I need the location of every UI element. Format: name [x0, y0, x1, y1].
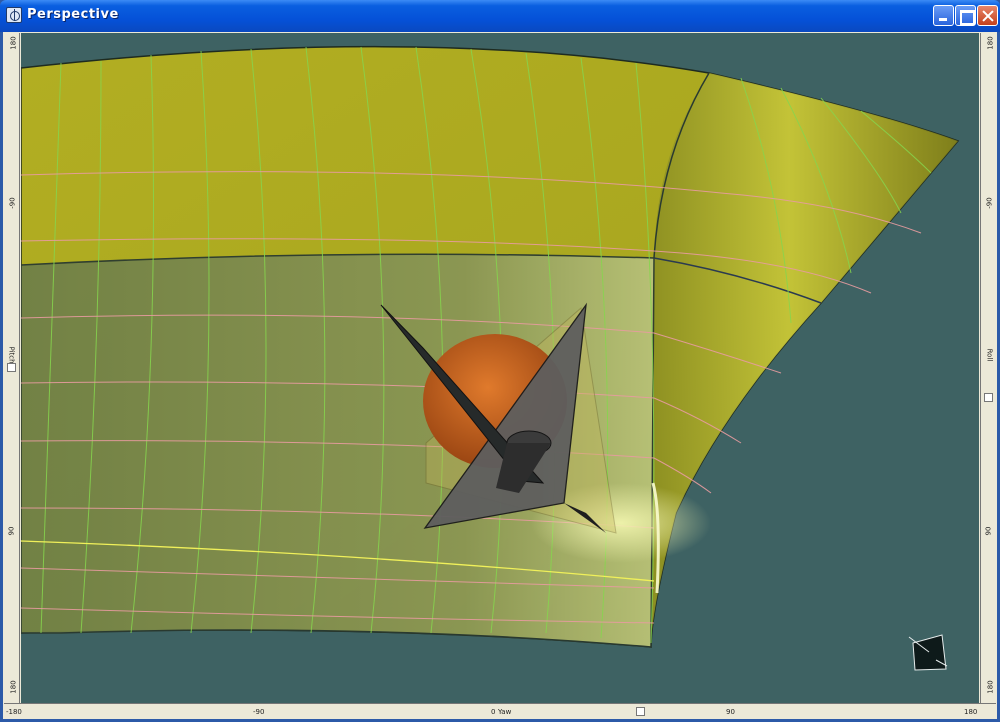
scene-canvas[interactable]: [21, 33, 979, 703]
roll-tick-label: 90: [984, 526, 993, 536]
pitch-tick-label: 90: [7, 526, 16, 536]
yaw-tick-label: 180: [964, 708, 978, 716]
right-surface-band: [651, 73, 958, 647]
view-orientation-cube-icon[interactable]: [908, 634, 948, 671]
pitch-slider-thumb[interactable]: [7, 363, 16, 372]
window-title: Perspective: [27, 7, 119, 22]
yaw-ruler[interactable]: -180 -90 0 Yaw 90 180: [4, 703, 996, 719]
yaw-tick-label: 0: [491, 708, 496, 716]
yaw-slider-thumb[interactable]: [636, 707, 645, 716]
pitch-ruler[interactable]: 180 -90 90 180 Pitch: [4, 33, 20, 703]
roll-tick-label: -90: [985, 197, 994, 209]
title-bar[interactable]: Perspective: [0, 0, 1000, 32]
roll-tick-label: 180: [986, 680, 995, 694]
pitch-tick-label: 180: [9, 36, 18, 50]
perspective-window: Perspective 180 -90 90 180 Pitch 180 -90…: [0, 0, 1000, 722]
maximize-button[interactable]: [955, 5, 976, 26]
roll-ruler[interactable]: 180 -90 90 180 Roll: [980, 33, 996, 703]
pitch-axis-label: Pitch: [7, 346, 16, 364]
perspective-app-icon[interactable]: [6, 7, 22, 23]
yaw-axis-label: Yaw: [498, 708, 512, 716]
minimize-button[interactable]: [933, 5, 954, 26]
pitch-tick-label: 180: [9, 680, 18, 694]
roll-axis-label: Roll: [985, 348, 994, 362]
3d-viewport[interactable]: [21, 33, 979, 703]
yaw-tick-label: -180: [6, 708, 22, 716]
pitch-tick-label: -90: [8, 197, 17, 209]
roll-slider-thumb[interactable]: [984, 393, 993, 402]
yaw-tick-label: 90: [726, 708, 735, 716]
yaw-tick-label: -90: [253, 708, 265, 716]
roll-tick-label: 180: [986, 36, 995, 50]
close-button[interactable]: [977, 5, 998, 26]
